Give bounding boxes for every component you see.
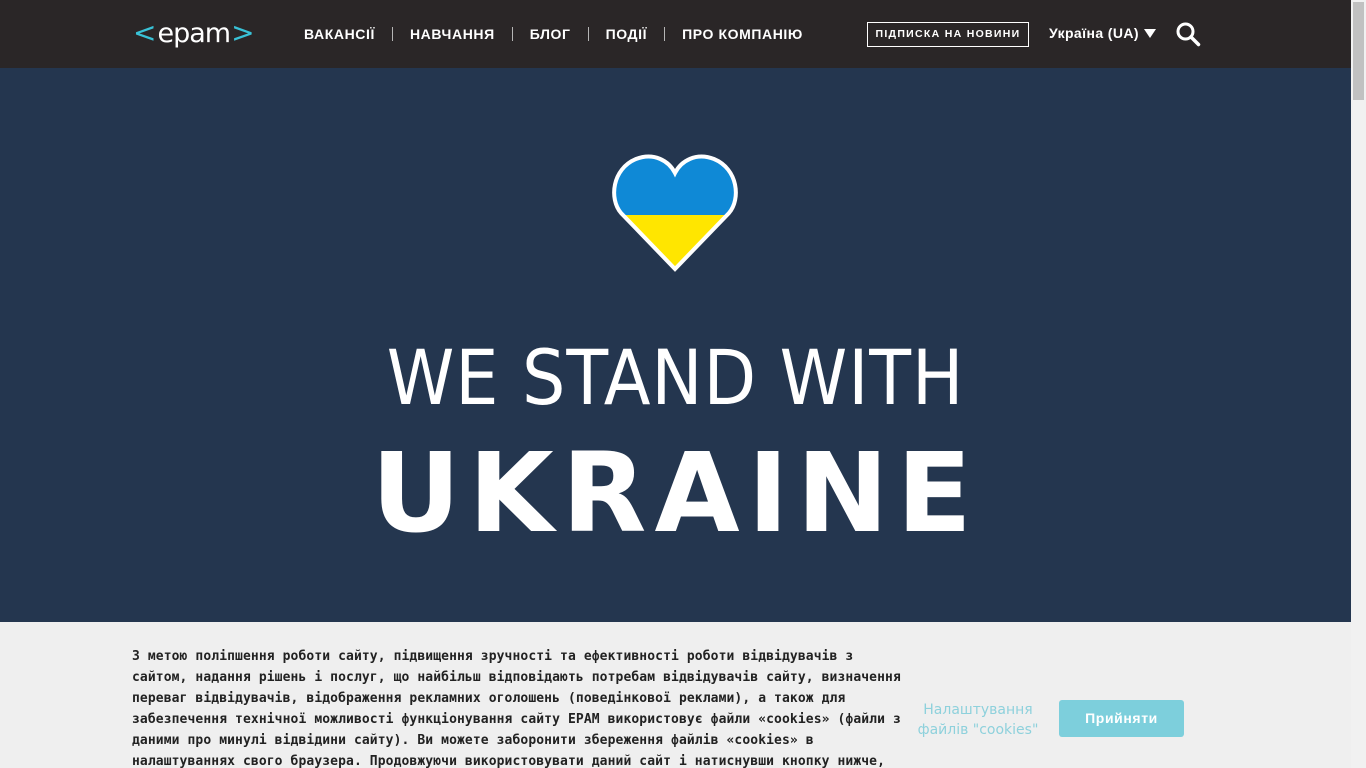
logo-bracket-right: > — [231, 16, 255, 49]
logo-bracket-left: < — [133, 16, 157, 49]
epam-logo[interactable]: < epam > — [133, 16, 255, 50]
site-header: < epam > ВАКАНСІЇ НАВЧАННЯ БЛОГ ПОДІЇ ПР… — [0, 0, 1351, 68]
scrollbar[interactable] — [1351, 0, 1366, 768]
nav-item-vacancies[interactable]: ВАКАНСІЇ — [304, 27, 392, 41]
nav-item-blog[interactable]: БЛОГ — [511, 27, 588, 41]
nav-item-about[interactable]: ПРО КОМПАНІЮ — [664, 27, 820, 41]
country-label: Україна (UA) — [1049, 25, 1139, 41]
cookie-settings-link[interactable]: Налаштування файлів "cookies" — [912, 700, 1044, 740]
hero-banner: WE STAND WITH UKRAINE — [0, 68, 1351, 622]
hero-line-2: UKRAINE — [371, 429, 980, 557]
heart-icon — [612, 154, 738, 272]
nav-item-events[interactable]: ПОДІЇ — [587, 27, 665, 41]
accept-button[interactable]: Прийняти — [1059, 700, 1184, 737]
country-selector[interactable]: Україна (UA) — [1049, 25, 1156, 41]
subscribe-button[interactable]: ПІДПИСКА НА НОВИНИ — [867, 22, 1029, 47]
search-icon[interactable] — [1175, 21, 1201, 47]
logo-text: epam — [157, 17, 231, 49]
chevron-down-icon — [1143, 28, 1156, 38]
scrollbar-thumb[interactable] — [1353, 2, 1364, 100]
cookie-text: З метою поліпшення роботи сайту, підвище… — [132, 649, 901, 768]
nav-item-training[interactable]: НАВЧАННЯ — [391, 27, 512, 41]
cookie-banner: З метою поліпшення роботи сайту, підвище… — [0, 622, 1351, 768]
main-nav: ВАКАНСІЇ НАВЧАННЯ БЛОГ ПОДІЇ ПРО КОМПАНІ… — [304, 24, 820, 44]
hero-line-1: WE STAND WITH — [386, 333, 965, 422]
